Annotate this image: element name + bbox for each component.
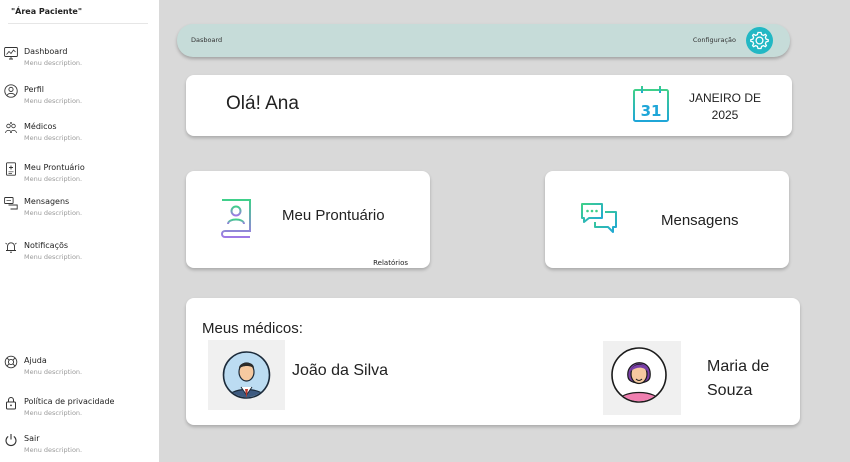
sidebar-item-label: Perfil <box>24 85 45 94</box>
sidebar-item-label: Notificaçõs <box>24 241 69 250</box>
greeting-text: Olá! Ana <box>226 93 299 114</box>
avatar <box>208 340 285 410</box>
lock-icon <box>4 396 18 410</box>
doctors-title: Meus médicos: <box>202 320 303 337</box>
help-icon <box>4 355 18 369</box>
sidebar-item-description: Menu description. <box>24 97 83 105</box>
sidebar-item-ajuda[interactable]: Ajuda Menu description. <box>0 353 155 383</box>
sidebar-item-notificacoes[interactable]: Notificaçõs Menu description. <box>0 238 155 268</box>
chat-icon <box>579 201 619 237</box>
sidebar-item-label: Ajuda <box>24 356 47 365</box>
sidebar-item-description: Menu description. <box>24 209 83 217</box>
reports-link[interactable]: Relatórios <box>373 259 408 267</box>
medical-record-icon <box>4 162 18 176</box>
doctors-card: Meus médicos: João da Silva Maria de Sou… <box>186 298 800 425</box>
sidebar-item-label: Meu Prontuário <box>24 163 85 172</box>
doctor-name: João da Silva <box>292 362 389 379</box>
medical-record-label: Meu Prontuário <box>282 207 385 224</box>
messages-label: Mensagens <box>661 212 739 229</box>
sidebar-item-description: Menu description. <box>24 59 83 67</box>
sidebar-item-label: Dashboard <box>24 47 68 56</box>
calendar-icon: 31 <box>632 85 670 123</box>
sidebar-item-label: Mensagens <box>24 197 70 206</box>
doctors-icon <box>4 121 18 135</box>
settings-button[interactable] <box>746 27 773 54</box>
messages-card[interactable]: Mensagens <box>545 171 789 268</box>
sidebar-item-dashboard[interactable]: Dashboard Menu description. <box>0 44 155 74</box>
sidebar-item-description: Menu description. <box>24 175 83 183</box>
medical-record-card[interactable]: Meu Prontuário Relatórios <box>186 171 430 268</box>
sidebar-item-medicos[interactable]: Médicos Menu description. <box>0 119 155 149</box>
sidebar-item-label: Sair <box>24 434 40 443</box>
current-year: 2025 <box>711 108 739 122</box>
doctor-name: Maria de Souza <box>707 358 770 399</box>
notifications-icon <box>4 240 18 254</box>
sidebar-item-label: Política de privacidade <box>24 397 115 406</box>
sidebar-item-description: Menu description. <box>24 253 83 261</box>
doctor-item[interactable]: Maria de Souza <box>603 341 793 417</box>
power-icon <box>4 433 18 447</box>
sidebar: "Área Paciente" Dashboard Menu descripti… <box>0 0 159 462</box>
dashboard-icon <box>4 46 18 60</box>
sidebar-title: "Área Paciente" <box>11 7 82 16</box>
sidebar-item-mensagens[interactable]: Mensagens Menu description. <box>0 194 155 224</box>
sidebar-item-perfil[interactable]: Perfil Menu description. <box>0 82 155 112</box>
greeting-card: Olá! Ana 31 JANEIRO DE 2025 <box>186 75 792 136</box>
settings-label[interactable]: Configuração <box>693 36 736 44</box>
current-month: JANEIRO DE <box>688 91 761 105</box>
messages-icon <box>4 196 18 210</box>
sidebar-item-prontuario[interactable]: Meu Prontuário Menu description. <box>0 160 155 190</box>
top-bar: Dasboard Configuração <box>177 24 790 57</box>
sidebar-divider <box>8 23 148 24</box>
sidebar-item-label: Médicos <box>24 122 57 131</box>
breadcrumb[interactable]: Dasboard <box>191 36 222 44</box>
profile-icon <box>4 84 18 98</box>
sidebar-item-privacidade[interactable]: Política de privacidade Menu description… <box>0 394 155 424</box>
sidebar-item-description: Menu description. <box>24 134 83 142</box>
sidebar-item-description: Menu description. <box>24 446 83 454</box>
gear-icon <box>746 27 773 54</box>
calendar-day: 31 <box>641 102 662 120</box>
sidebar-item-sair[interactable]: Sair Menu description. <box>0 431 155 461</box>
avatar <box>603 341 681 415</box>
sidebar-item-description: Menu description. <box>24 409 83 417</box>
medical-record-icon <box>218 197 254 239</box>
doctor-item[interactable]: João da Silva <box>208 340 428 410</box>
sidebar-item-description: Menu description. <box>24 368 83 376</box>
